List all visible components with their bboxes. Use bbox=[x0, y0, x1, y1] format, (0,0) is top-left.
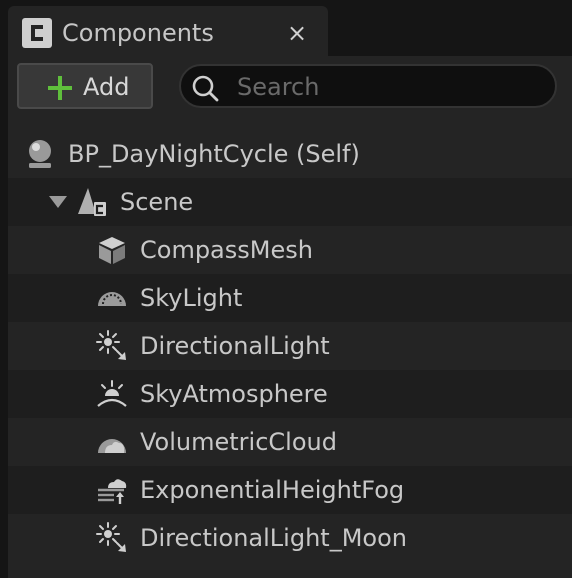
expand-arrow-icon[interactable] bbox=[48, 194, 68, 210]
sky-atmosphere-icon bbox=[97, 380, 127, 407]
item-label: SkyLight bbox=[140, 284, 243, 312]
plus-icon bbox=[48, 76, 72, 100]
static-mesh-icon bbox=[99, 237, 125, 264]
height-fog-icon bbox=[98, 479, 127, 504]
item-label: VolumetricCloud bbox=[140, 428, 337, 456]
tab-components[interactable]: Components × bbox=[8, 6, 328, 56]
item-label: ExponentialHeightFog bbox=[140, 476, 405, 504]
directional-light-icon bbox=[96, 522, 126, 552]
component-tree: BP_DayNightCycle (Self) Scene CompassMes… bbox=[8, 130, 572, 562]
directional-light-icon bbox=[96, 330, 126, 360]
scene-component-icon bbox=[78, 188, 106, 216]
search-input[interactable] bbox=[235, 70, 539, 104]
tree-row[interactable]: ExponentialHeightFog bbox=[8, 466, 572, 514]
tree-row[interactable]: DirectionalLight bbox=[8, 322, 572, 370]
item-label: DirectionalLight_Moon bbox=[140, 524, 407, 552]
item-label: SkyAtmosphere bbox=[140, 380, 328, 408]
tree-row[interactable]: VolumetricCloud bbox=[8, 418, 572, 466]
add-label: Add bbox=[83, 73, 130, 101]
component-tab-icon bbox=[22, 18, 52, 48]
tab-bar: Components × bbox=[0, 0, 572, 56]
tree-row[interactable]: DirectionalLight_Moon bbox=[8, 514, 572, 562]
tab-title: Components bbox=[62, 19, 214, 47]
item-label: CompassMesh bbox=[140, 236, 313, 264]
add-button[interactable]: Add bbox=[17, 63, 153, 109]
root-label: BP_DayNightCycle (Self) bbox=[68, 140, 360, 168]
item-label: DirectionalLight bbox=[140, 332, 330, 360]
search-box[interactable] bbox=[179, 64, 557, 108]
components-panel: Add BP_DayNightCycle (Self) bbox=[8, 56, 572, 578]
volumetric-cloud-icon bbox=[98, 439, 126, 453]
tree-row[interactable]: CompassMesh bbox=[8, 226, 572, 274]
skylight-icon bbox=[98, 292, 126, 306]
tree-row[interactable]: SkyAtmosphere bbox=[8, 370, 572, 418]
close-icon[interactable]: × bbox=[280, 16, 314, 50]
actor-sphere-icon bbox=[29, 140, 51, 168]
tree-row-scene[interactable]: Scene bbox=[8, 178, 572, 226]
search-icon bbox=[192, 75, 219, 102]
toolbar: Add bbox=[8, 56, 572, 120]
scene-label: Scene bbox=[120, 188, 194, 216]
tree-row[interactable]: SkyLight bbox=[8, 274, 572, 322]
tree-row-root[interactable]: BP_DayNightCycle (Self) bbox=[8, 130, 572, 178]
